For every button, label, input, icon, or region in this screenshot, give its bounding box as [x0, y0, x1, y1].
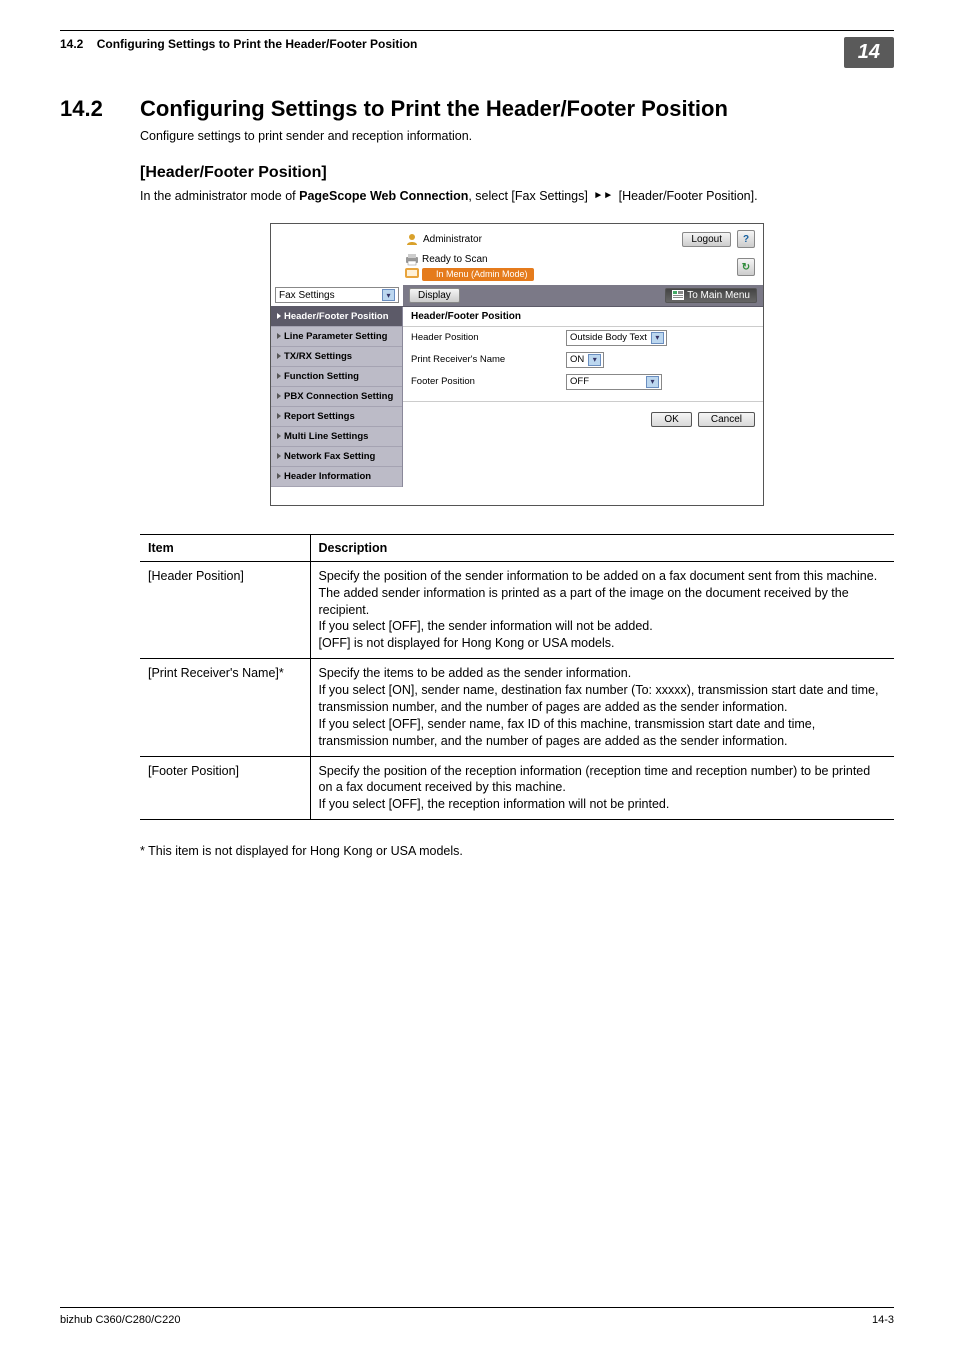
- ok-button[interactable]: OK: [651, 412, 691, 427]
- table-row: [Header Position] Specify the position o…: [140, 561, 894, 658]
- footer-page-number: 14-3: [872, 1314, 894, 1326]
- sidebar-item-header-info[interactable]: Header Information: [271, 467, 402, 487]
- triangle-icon: [277, 453, 281, 459]
- sub-heading: [Header/Footer Position]: [140, 164, 894, 182]
- table-cell-item: [Footer Position]: [140, 756, 310, 820]
- sidebar-item-network-fax[interactable]: Network Fax Setting: [271, 447, 402, 467]
- table-head-item: Item: [140, 534, 310, 561]
- heading-title: Configuring Settings to Print the Header…: [140, 96, 728, 122]
- category-select[interactable]: Fax Settings ▾: [275, 287, 399, 303]
- triangle-icon: [277, 413, 281, 419]
- main-heading: 14.2 Configuring Settings to Print the H…: [60, 96, 894, 122]
- footer-position-select[interactable]: OFF ▾: [566, 374, 662, 390]
- chevron-down-icon: ▾: [646, 376, 659, 388]
- triangle-icon: [277, 333, 281, 339]
- triangle-icon: [277, 373, 281, 379]
- page-header: 14.2 Configuring Settings to Print the H…: [60, 37, 894, 68]
- triangle-icon: [277, 393, 281, 399]
- table-cell-desc: Specify the position of the reception in…: [310, 756, 894, 820]
- footer-product: bizhub C360/C280/C220: [60, 1314, 180, 1326]
- table-head-desc: Description: [310, 534, 894, 561]
- table-cell-desc: Specify the position of the sender infor…: [310, 561, 894, 658]
- header-position-select[interactable]: Outside Body Text ▾: [566, 330, 667, 346]
- menu-icon: [672, 290, 684, 300]
- sidebar-item-header-footer[interactable]: Header/Footer Position: [271, 307, 402, 327]
- heading-number: 14.2: [60, 96, 140, 122]
- page-footer: bizhub C360/C280/C220 14-3: [60, 1307, 894, 1326]
- sidebar-item-txrx[interactable]: TX/RX Settings: [271, 347, 402, 367]
- status-mode: In Menu (Admin Mode): [422, 268, 534, 281]
- printer-icon: [405, 254, 419, 266]
- help-button[interactable]: ?: [737, 230, 755, 248]
- row-label: Print Receiver's Name: [411, 354, 566, 365]
- row-label: Footer Position: [411, 376, 566, 387]
- table-row: [Print Receiver's Name]* Specify the ite…: [140, 659, 894, 756]
- description-table: Item Description [Header Position] Speci…: [140, 534, 894, 820]
- chevron-down-icon: ▾: [588, 354, 601, 366]
- refresh-button[interactable]: ↻: [737, 258, 755, 276]
- arrow-icon: ►►: [593, 189, 613, 203]
- sidebar: Header/Footer Position Line Parameter Se…: [271, 307, 403, 487]
- logout-button[interactable]: Logout: [682, 232, 731, 247]
- triangle-icon: [277, 353, 281, 359]
- instruction-text: In the administrator mode of PageScope W…: [140, 188, 894, 206]
- administrator-label: Administrator: [423, 234, 482, 245]
- chapter-badge: 14: [844, 37, 894, 68]
- status-ready: Ready to Scan: [422, 254, 488, 266]
- triangle-icon: [277, 473, 281, 479]
- header-section-number: 14.2: [60, 37, 83, 51]
- table-cell-item: [Print Receiver's Name]*: [140, 659, 310, 756]
- triangle-icon: [277, 433, 281, 439]
- sidebar-item-report[interactable]: Report Settings: [271, 407, 402, 427]
- cancel-button[interactable]: Cancel: [698, 412, 755, 427]
- screenshot: Administrator Logout ? Ready to Scan: [270, 223, 764, 506]
- header-section-title: Configuring Settings to Print the Header…: [97, 37, 418, 51]
- chevron-down-icon: ▾: [382, 289, 395, 301]
- table-row: [Footer Position] Specify the position o…: [140, 756, 894, 820]
- footnote: * This item is not displayed for Hong Ko…: [140, 844, 894, 858]
- sidebar-item-pbx[interactable]: PBX Connection Setting: [271, 387, 402, 407]
- administrator-icon: [405, 232, 419, 246]
- triangle-icon: [277, 313, 281, 319]
- row-label: Header Position: [411, 332, 566, 343]
- sidebar-item-multi-line[interactable]: Multi Line Settings: [271, 427, 402, 447]
- table-cell-item: [Header Position]: [140, 561, 310, 658]
- table-cell-desc: Specify the items to be added as the sen…: [310, 659, 894, 756]
- sidebar-item-line-parameter[interactable]: Line Parameter Setting: [271, 327, 402, 347]
- sidebar-item-function[interactable]: Function Setting: [271, 367, 402, 387]
- display-button[interactable]: Display: [409, 288, 460, 303]
- intro-text: Configure settings to print sender and r…: [140, 128, 894, 146]
- print-receiver-select[interactable]: ON ▾: [566, 352, 604, 368]
- to-main-menu-button[interactable]: To Main Menu: [665, 288, 757, 303]
- screen-icon: [405, 268, 419, 280]
- chevron-down-icon: ▾: [651, 332, 664, 344]
- content-title: Header/Footer Position: [403, 307, 763, 327]
